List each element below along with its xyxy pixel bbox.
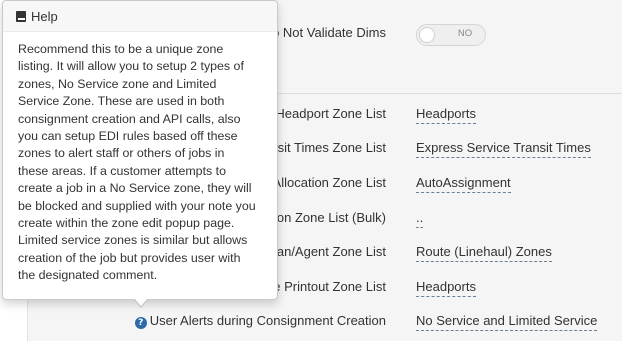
popover-line: create within the zone edit popup page. — [18, 216, 235, 231]
allocation-zone-list-value[interactable]: AutoAssignment — [416, 175, 511, 193]
popover-line: Service Zone. These are used in both — [18, 94, 225, 109]
headport-zone-list-label: Headport Zone List — [275, 106, 386, 121]
popover-line: zones to alert staff or others of jobs i… — [18, 146, 225, 161]
popover-line: the designated comment. — [18, 268, 158, 283]
printout-zone-list-value[interactable]: Headports — [416, 279, 476, 297]
agent-zone-list-value[interactable]: Route (Linehaul) Zones — [416, 244, 552, 262]
popover-line: Limited service zones is similar but all… — [18, 233, 248, 248]
user-alerts-label: ? User Alerts during Consignment Creation — [134, 313, 386, 329]
popover-line: be blocked and supplied with your note y… — [18, 198, 256, 213]
not-validate-dims-toggle[interactable]: NO — [416, 24, 486, 46]
headport-zone-list-value[interactable]: Headports — [416, 106, 476, 124]
toggle-knob — [419, 27, 435, 43]
popover-body: Recommend this to be a unique zone listi… — [3, 32, 277, 285]
user-alerts-label-text: User Alerts during Consignment Creation — [149, 313, 386, 328]
printout-zone-list-label: e Printout Zone List — [273, 279, 386, 294]
popover-line: zones, No Service zone and Limited — [18, 76, 217, 91]
help-popover: Help Recommend this to be a unique zone … — [2, 0, 278, 300]
help-icon[interactable]: ? — [134, 317, 147, 329]
book-icon — [16, 11, 26, 22]
user-alerts-value[interactable]: No Service and Limited Service — [416, 313, 598, 331]
popover-title: Help — [31, 9, 58, 24]
bulk-zone-list-label: on Zone List (Bulk) — [276, 210, 386, 225]
popover-line: these areas. If a customer attempts to — [18, 163, 226, 178]
popover-line: you can setup EDI rules based off these — [18, 129, 238, 144]
bulk-zone-list-value[interactable]: .. — [416, 210, 424, 228]
transit-times-zone-list-value[interactable]: Express Service Transit Times — [416, 140, 591, 158]
transit-times-zone-list-label: sit Times Zone List — [277, 140, 386, 155]
popover-line: listing. It will allow you to setup 2 ty… — [18, 59, 244, 74]
popover-line: consignment creation and API calls, also — [18, 111, 241, 126]
popover-arrow-inner — [134, 298, 148, 306]
popover-line: Recommend this to be a unique zone — [18, 42, 224, 56]
agent-zone-list-label: an/Agent Zone List — [276, 244, 386, 259]
popover-line: creation of the job but provides user wi… — [18, 250, 241, 265]
popover-line: create a job in a No Service zone, they … — [18, 181, 252, 196]
popover-header: Help — [3, 1, 277, 32]
toggle-state: NO — [457, 28, 473, 39]
allocation-zone-list-label: Allocation Zone List — [272, 175, 386, 190]
